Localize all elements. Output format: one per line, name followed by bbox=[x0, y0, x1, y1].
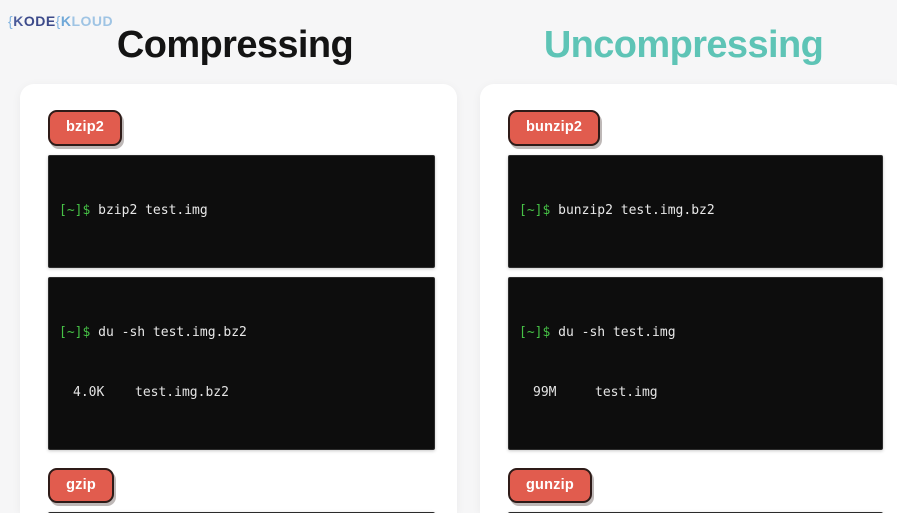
shell-prompt: [~]$ bbox=[59, 324, 91, 340]
command-group-bzip2: bzip2 [~]$ bzip2 test.img [~]$ du -sh te… bbox=[48, 110, 435, 450]
command-group-bunzip2: bunzip2 [~]$ bunzip2 test.img.bz2 [~]$ d… bbox=[508, 110, 883, 450]
terminal-block-check[interactable]: [~]$ du -sh test.img.bz2 4.0K test.img.bz… bbox=[48, 276, 435, 450]
terminal-block-command[interactable]: [~]$ bzip2 test.img bbox=[48, 154, 435, 268]
terminal-output: 4.0K test.img.bz2 bbox=[59, 383, 424, 403]
terminal-output: 99M test.img bbox=[519, 383, 872, 403]
command-group-gzip: gzip [~]$ gzip test1.img [~]$ du -sh tes… bbox=[48, 467, 435, 513]
output-size: 99M bbox=[533, 384, 557, 400]
shell-prompt: [~]$ bbox=[519, 324, 551, 340]
uncompressing-card: bunzip2 [~]$ bunzip2 test.img.bz2 [~]$ d… bbox=[480, 84, 897, 513]
terminal-block-command[interactable]: [~]$ bunzip2 test.img.bz2 bbox=[508, 154, 883, 268]
compressing-card-content: bzip2 [~]$ bzip2 test.img [~]$ du -sh te… bbox=[20, 84, 457, 513]
headings-row: Compressing Uncompressing bbox=[0, 0, 897, 88]
terminal-line: [~]$ du -sh test.img bbox=[519, 323, 872, 343]
uncompressing-card-content: bunzip2 [~]$ bunzip2 test.img.bz2 [~]$ d… bbox=[480, 84, 897, 513]
shell-prompt: [~]$ bbox=[59, 202, 91, 218]
output-size: 4.0K bbox=[73, 384, 105, 400]
command-group-gunzip: gunzip [~]$ gunzip test1.img [~]$ du -sh… bbox=[508, 467, 883, 513]
terminal-command: bunzip2 test.img.bz2 bbox=[558, 202, 715, 218]
heading-uncompressing: Uncompressing bbox=[543, 24, 824, 66]
shell-prompt: [~]$ bbox=[519, 202, 551, 218]
terminal-command: du -sh test.img bbox=[558, 324, 676, 340]
terminal-command: du -sh test.img.bz2 bbox=[98, 324, 247, 340]
command-badge[interactable]: gzip bbox=[48, 467, 114, 503]
output-filename: test.img.bz2 bbox=[135, 384, 229, 400]
cards-container: bzip2 [~]$ bzip2 test.img [~]$ du -sh te… bbox=[0, 84, 897, 513]
compressing-card: bzip2 [~]$ bzip2 test.img [~]$ du -sh te… bbox=[20, 84, 457, 513]
terminal-block-check[interactable]: [~]$ du -sh test.img 99M test.img bbox=[508, 276, 883, 450]
command-badge[interactable]: bunzip2 bbox=[508, 110, 601, 146]
command-badge[interactable]: bzip2 bbox=[48, 110, 123, 146]
terminal-line: [~]$ du -sh test.img.bz2 bbox=[59, 323, 424, 343]
command-badge[interactable]: gunzip bbox=[508, 467, 592, 503]
terminal-line: [~]$ bzip2 test.img bbox=[59, 201, 424, 221]
output-filename: test.img bbox=[595, 384, 658, 400]
terminal-command: bzip2 test.img bbox=[98, 202, 208, 218]
terminal-line: [~]$ bunzip2 test.img.bz2 bbox=[519, 201, 872, 221]
heading-compressing: Compressing bbox=[116, 24, 354, 66]
